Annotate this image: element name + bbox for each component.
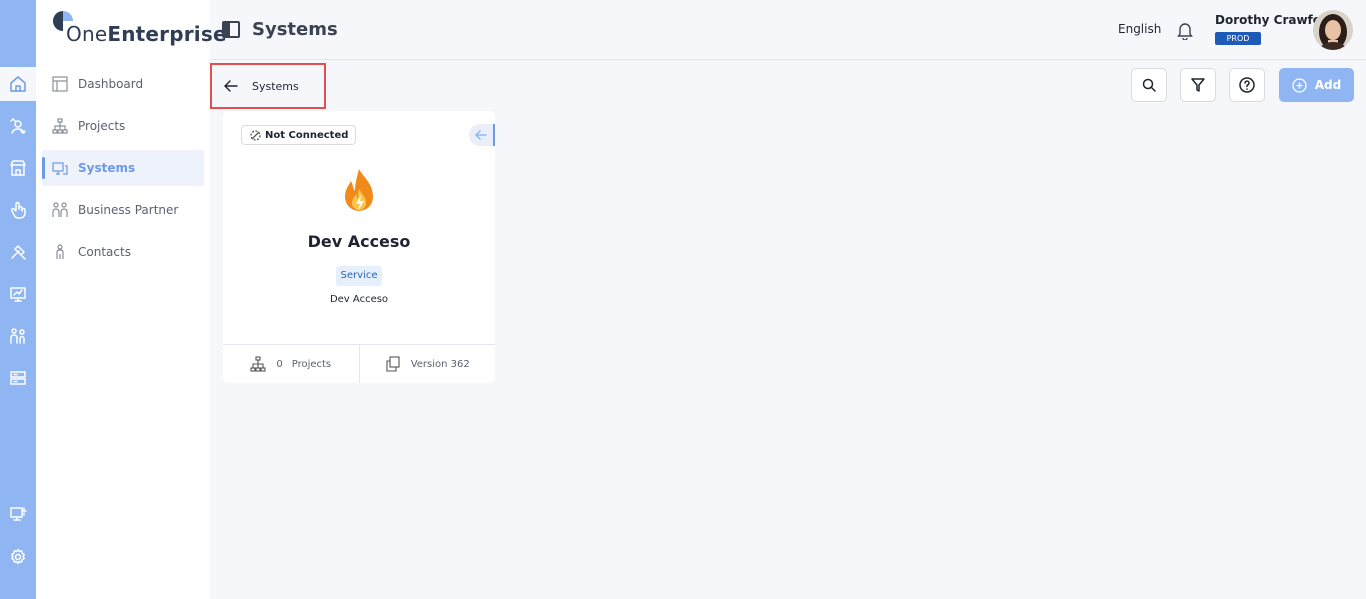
store-icon	[10, 160, 26, 176]
version-label: Version 362	[410, 358, 470, 370]
breadcrumb-label: Systems	[252, 79, 299, 93]
projects-count-value: 0	[276, 358, 283, 370]
system-description: Dev Acceso	[329, 294, 389, 305]
system-type-badge: Service	[336, 266, 382, 286]
app-logo-text: OneEnterprise	[66, 22, 227, 46]
card-footer: 0 Projects Version 362	[223, 344, 495, 383]
systems-icon	[52, 162, 68, 175]
rail-store[interactable]	[0, 151, 36, 185]
rail-hand[interactable]	[0, 193, 36, 227]
disconnected-icon	[250, 129, 261, 141]
partners-icon	[52, 202, 68, 217]
sidebar-item-projects[interactable]: Projects	[42, 108, 204, 144]
breadcrumb[interactable]: Systems	[210, 63, 326, 109]
sidebar-item-label: Business Partner	[78, 203, 179, 217]
copy-icon	[386, 356, 400, 372]
rail-home[interactable]	[0, 67, 36, 101]
tools-icon	[11, 245, 26, 260]
filter-icon	[1191, 78, 1205, 92]
sidebar-item-label: Projects	[78, 119, 126, 133]
fire-logo-icon	[332, 166, 386, 220]
rail-people[interactable]	[0, 319, 36, 353]
sidebar-item-systems[interactable]: Systems	[42, 150, 204, 186]
app-logo[interactable]: OneEnterprise	[52, 8, 227, 48]
arrow-left-icon	[475, 130, 487, 140]
gear-icon	[11, 548, 25, 565]
system-name: Dev Acceso	[307, 232, 411, 251]
system-card[interactable]: Not Connected Dev Acceso Service Dev Acc…	[223, 111, 495, 383]
contact-icon	[56, 244, 64, 259]
projects-count[interactable]: 0 Projects	[223, 345, 359, 383]
notifications-button[interactable]	[1176, 20, 1194, 41]
display-settings-icon	[10, 507, 27, 521]
people-icon	[10, 328, 25, 344]
card-collapse-button[interactable]	[469, 124, 495, 146]
add-button[interactable]: Add	[1279, 68, 1354, 102]
rail-monitor[interactable]	[0, 277, 36, 311]
top-header: Systems English Dorothy Crawford PROD	[210, 0, 1366, 60]
rail-server[interactable]	[0, 361, 36, 395]
monitor-chart-icon	[10, 287, 26, 302]
language-selector[interactable]: English	[1118, 22, 1161, 36]
hand-pointer-icon	[10, 201, 26, 219]
add-button-label: Add	[1314, 78, 1342, 92]
rail-user-switch[interactable]	[0, 109, 36, 143]
page-title: Systems	[252, 19, 338, 40]
help-icon	[1239, 77, 1255, 93]
projects-count-label: Projects	[291, 358, 332, 370]
rail-settings[interactable]	[0, 540, 36, 574]
help-button[interactable]	[1229, 68, 1265, 102]
rail-tools[interactable]	[0, 235, 36, 269]
sidebar-item-label: Contacts	[78, 245, 131, 259]
hierarchy-icon	[52, 118, 68, 134]
environment-badge: PROD	[1215, 32, 1261, 45]
hierarchy-icon	[250, 356, 266, 372]
sidebar-item-label: Dashboard	[78, 77, 144, 91]
avatar[interactable]	[1313, 10, 1353, 50]
avatar-photo	[1313, 10, 1353, 50]
search-button[interactable]	[1131, 68, 1167, 102]
icon-rail	[0, 0, 36, 599]
sidebar-item-label: Systems	[78, 161, 136, 175]
user-switch-icon	[10, 118, 26, 134]
sidebar-item-contacts[interactable]: Contacts	[42, 234, 204, 270]
sidebar-item-business-partner[interactable]: Business Partner	[42, 192, 204, 228]
sidebar: OneEnterprise Dashboard Projects Systems…	[36, 0, 227, 599]
version-info[interactable]: Version 362	[358, 345, 496, 383]
bell-icon	[1177, 23, 1193, 41]
dashboard-icon	[52, 76, 68, 92]
status-label: Not Connected	[265, 129, 349, 141]
status-badge: Not Connected	[241, 125, 357, 145]
arrow-left-icon	[224, 80, 238, 92]
rail-display-settings[interactable]	[0, 497, 36, 531]
plus-circle-icon	[1292, 77, 1307, 93]
filter-button[interactable]	[1180, 68, 1216, 102]
home-icon	[10, 76, 26, 92]
sidebar-item-dashboard[interactable]: Dashboard	[42, 66, 204, 102]
sidebar-toggle-icon[interactable]	[222, 21, 240, 38]
server-icon	[10, 371, 26, 385]
search-icon	[1142, 78, 1156, 92]
